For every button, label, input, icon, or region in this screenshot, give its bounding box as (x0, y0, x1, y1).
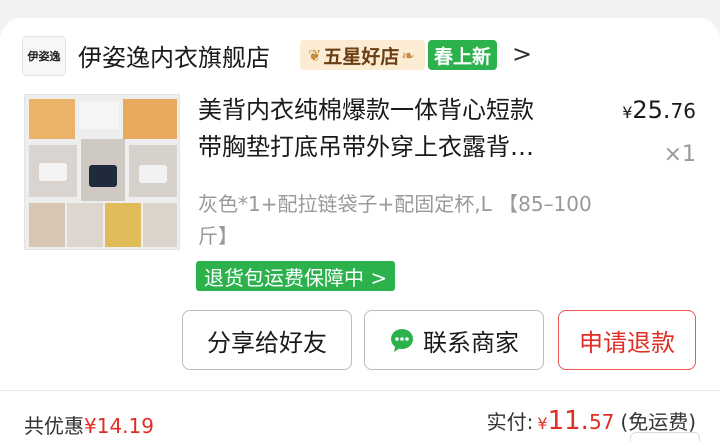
product-image[interactable] (24, 94, 180, 250)
shop-name[interactable]: 伊姿逸内衣旗舰店 (78, 38, 270, 73)
refund-button[interactable]: 申请退款 (558, 310, 696, 370)
product-title-line-2: 带胸垫打底吊带外穿上衣露背… (198, 133, 534, 161)
price-integer: 25. (632, 96, 671, 124)
discount-amount: ¥14.19 (84, 414, 154, 438)
shop-logo-text: 伊姿逸 (27, 50, 61, 63)
price-decimal: 76 (670, 99, 696, 123)
paid-currency: ¥ (537, 414, 548, 433)
discount-label: 共优惠 (24, 414, 84, 438)
contact-seller-button[interactable]: 联系商家 (364, 310, 544, 370)
free-shipping-note: (免运费) (620, 410, 696, 434)
paid-decimal: 57 (588, 410, 615, 434)
spring-new-badge: 春上新 (428, 40, 498, 70)
product-collage-image (25, 95, 179, 249)
contact-seller-label: 联系商家 (423, 328, 519, 357)
divider (0, 390, 720, 391)
shop-logo[interactable]: 伊姿逸 (22, 36, 66, 76)
price-currency: ¥ (622, 103, 633, 122)
order-card: 伊姿逸 伊姿逸内衣旗舰店 ❦ 五星好店 ❧ 春上新 > 美背内衣纯棉爆款一体背心… (0, 18, 720, 441)
next-card-edge (630, 432, 700, 441)
share-button[interactable]: 分享给好友 (182, 310, 352, 370)
laurel-left-icon: ❦ (308, 45, 322, 65)
product-title[interactable]: 美背内衣纯棉爆款一体背心短款 带胸垫打底吊带外穿上衣露背… (198, 92, 586, 166)
five-star-shop-badge: ❦ 五星好店 ❧ (300, 40, 425, 70)
chat-bubble-icon (389, 327, 415, 353)
paid-label: 实付: (486, 410, 534, 434)
unit-price: ¥25.76 (622, 96, 696, 124)
product-spec: 灰色*1+配拉链袋子+配固定杯,L 【85–100斤】 (198, 192, 592, 248)
total-discount: 共优惠¥14.19 (24, 410, 154, 439)
quantity: ×1 (663, 142, 696, 167)
five-star-shop-label: 五星好店 (323, 45, 400, 68)
return-shipping-guarantee-badge[interactable]: 退货包运费保障中 > (196, 261, 396, 291)
paid-integer: 11. (547, 406, 589, 436)
laurel-right-icon: ❧ (401, 45, 415, 65)
product-title-line-1: 美背内衣纯棉爆款一体背心短款 (198, 96, 534, 124)
chevron-right-icon[interactable]: > (512, 40, 532, 68)
